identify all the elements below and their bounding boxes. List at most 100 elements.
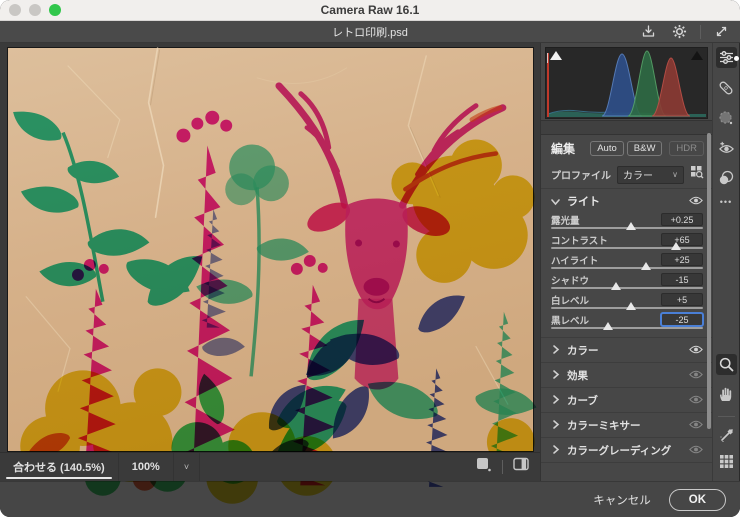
image-viewport: 合わせる (140.5%) 100% ˅ [0,43,540,481]
slider-track[interactable] [551,267,703,269]
tools-divider [718,416,735,417]
edit-header-row: 編集 Auto B&W HDR [541,135,712,161]
collapsed-sections: カラー 効果 カーブ カラーミキサー [541,337,712,477]
color-grading-visibility-eye-icon[interactable] [689,441,703,459]
slider-thumb[interactable] [626,222,636,230]
curve-visibility-eye-icon[interactable] [689,391,703,409]
slider-thumb[interactable] [626,302,636,310]
zoom-window-button[interactable] [49,4,61,16]
settings-gear-icon[interactable] [669,21,690,42]
section-color-mixer-label: カラーミキサー [567,418,641,433]
bw-button[interactable]: B&W [627,141,663,156]
color-mixer-visibility-eye-icon[interactable] [689,416,703,434]
before-after-view-icon[interactable] [513,457,530,477]
profile-row: プロファイル カラー ∨ [541,161,712,189]
app-toolbar: レトロ印刷.psd [0,21,740,43]
more-tools-icon[interactable]: ••• [720,197,732,207]
minimize-window-button[interactable] [29,4,41,16]
photo-canvas[interactable] [7,47,534,452]
blacks-value[interactable]: -25 [661,313,703,326]
active-tool-indicator-dot [734,56,739,61]
contrast-label: コントラスト [551,233,608,247]
zoom-tool-icon[interactable] [716,354,737,375]
section-color-grading[interactable]: カラーグレーディング [541,438,712,463]
section-effects[interactable]: 効果 [541,363,712,388]
shadows-slider[interactable]: シャドウ -15 [551,273,703,293]
light-section-header[interactable]: ライト [541,189,712,213]
whites-slider[interactable]: 白レベル +5 [551,293,703,313]
edit-title: 編集 [551,140,575,157]
section-color[interactable]: カラー [541,338,712,363]
hdr-button[interactable]: HDR [669,141,704,156]
blacks-slider[interactable]: 黒レベル -25 [551,313,703,333]
section-color-grading-label: カラーグレーディング [567,443,671,458]
section-color-mixer[interactable]: カラーミキサー [541,413,712,438]
next-section-partial [541,463,712,477]
contrast-slider[interactable]: コントラスト +65 [551,233,703,253]
healing-bandaid-icon[interactable] [716,77,737,98]
ok-button[interactable]: OK [669,489,726,511]
light-section-title: ライト [567,193,600,209]
chevron-down-icon [551,192,560,210]
white-balance-eyedropper-icon[interactable] [716,425,737,446]
highlights-label: ハイライト [551,253,598,267]
zoom-fit-tab[interactable]: 合わせる (140.5%) [0,453,119,481]
slider-thumb[interactable] [671,242,681,250]
zoom-level-chevron-down-icon[interactable]: ˅ [174,453,200,481]
section-effects-label: 効果 [567,368,588,383]
auto-button[interactable]: Auto [590,141,624,156]
histogram[interactable] [545,47,708,119]
light-visibility-eye-icon[interactable] [689,192,703,210]
highlight-clipping-icon[interactable] [691,51,703,60]
exif-info-strip [541,120,712,135]
slider-track[interactable] [551,327,703,329]
slider-thumb[interactable] [641,262,651,270]
traffic-lights [9,0,61,20]
shadows-label: シャドウ [551,273,589,287]
camera-raw-window: Camera Raw 16.1 レトロ印刷.psd [0,0,740,517]
section-curve[interactable]: カーブ [541,388,712,413]
slider-thumb[interactable] [611,282,621,290]
whites-value[interactable]: +5 [661,293,703,306]
preview-mode-icon[interactable] [476,457,492,477]
save-download-icon[interactable] [638,21,659,42]
slider-track[interactable] [551,287,703,289]
color-visibility-eye-icon[interactable] [689,341,703,359]
profile-value: カラー [623,167,653,182]
blacks-label: 黒レベル [551,313,589,327]
slider-thumb[interactable] [603,322,613,330]
fullscreen-expand-icon[interactable] [711,21,732,42]
highlights-slider[interactable]: ハイライト +25 [551,253,703,273]
zoombar-divider [502,460,503,474]
chevron-down-icon: ∨ [672,170,678,179]
section-curve-label: カーブ [567,393,598,408]
red-eye-removal-icon[interactable] [716,137,737,158]
histogram-plot [546,48,708,118]
contrast-value[interactable]: +65 [661,233,703,246]
section-color-label: カラー [567,343,599,358]
close-window-button[interactable] [9,4,21,16]
effects-visibility-eye-icon[interactable] [689,366,703,384]
profile-label: プロファイル [551,167,611,182]
toolbar-divider [700,25,701,39]
retro-print-artwork [8,48,533,451]
presets-icon[interactable] [716,167,737,188]
edit-panel: 編集 Auto B&W HDR プロファイル カラー ∨ [540,43,712,481]
exposure-value[interactable]: +0.25 [661,213,703,226]
light-sliders: 露光量+0.25 コントラスト +65 ハイライト +25 シャドウ -15 白レベル… [541,213,712,337]
window-title: Camera Raw 16.1 [321,3,420,17]
masking-icon[interactable] [716,107,737,128]
zoom-100-tab[interactable]: 100% [119,453,174,481]
shadow-clipping-icon[interactable] [550,51,562,60]
cancel-button[interactable]: キャンセル [593,492,651,508]
profile-browser-icon[interactable] [690,165,704,184]
panel-scrollbar[interactable] [707,133,711,429]
shadows-value[interactable]: -15 [661,273,703,286]
zoom-bar: 合わせる (140.5%) 100% ˅ [0,452,540,481]
profile-dropdown[interactable]: カラー ∨ [617,166,684,184]
exposure-slider[interactable]: 露光量+0.25 [551,213,703,233]
whites-label: 白レベル [551,293,589,307]
highlights-value[interactable]: +25 [661,253,703,266]
color-sampler-grid-icon[interactable] [716,451,737,472]
hand-tool-icon[interactable] [716,384,737,405]
